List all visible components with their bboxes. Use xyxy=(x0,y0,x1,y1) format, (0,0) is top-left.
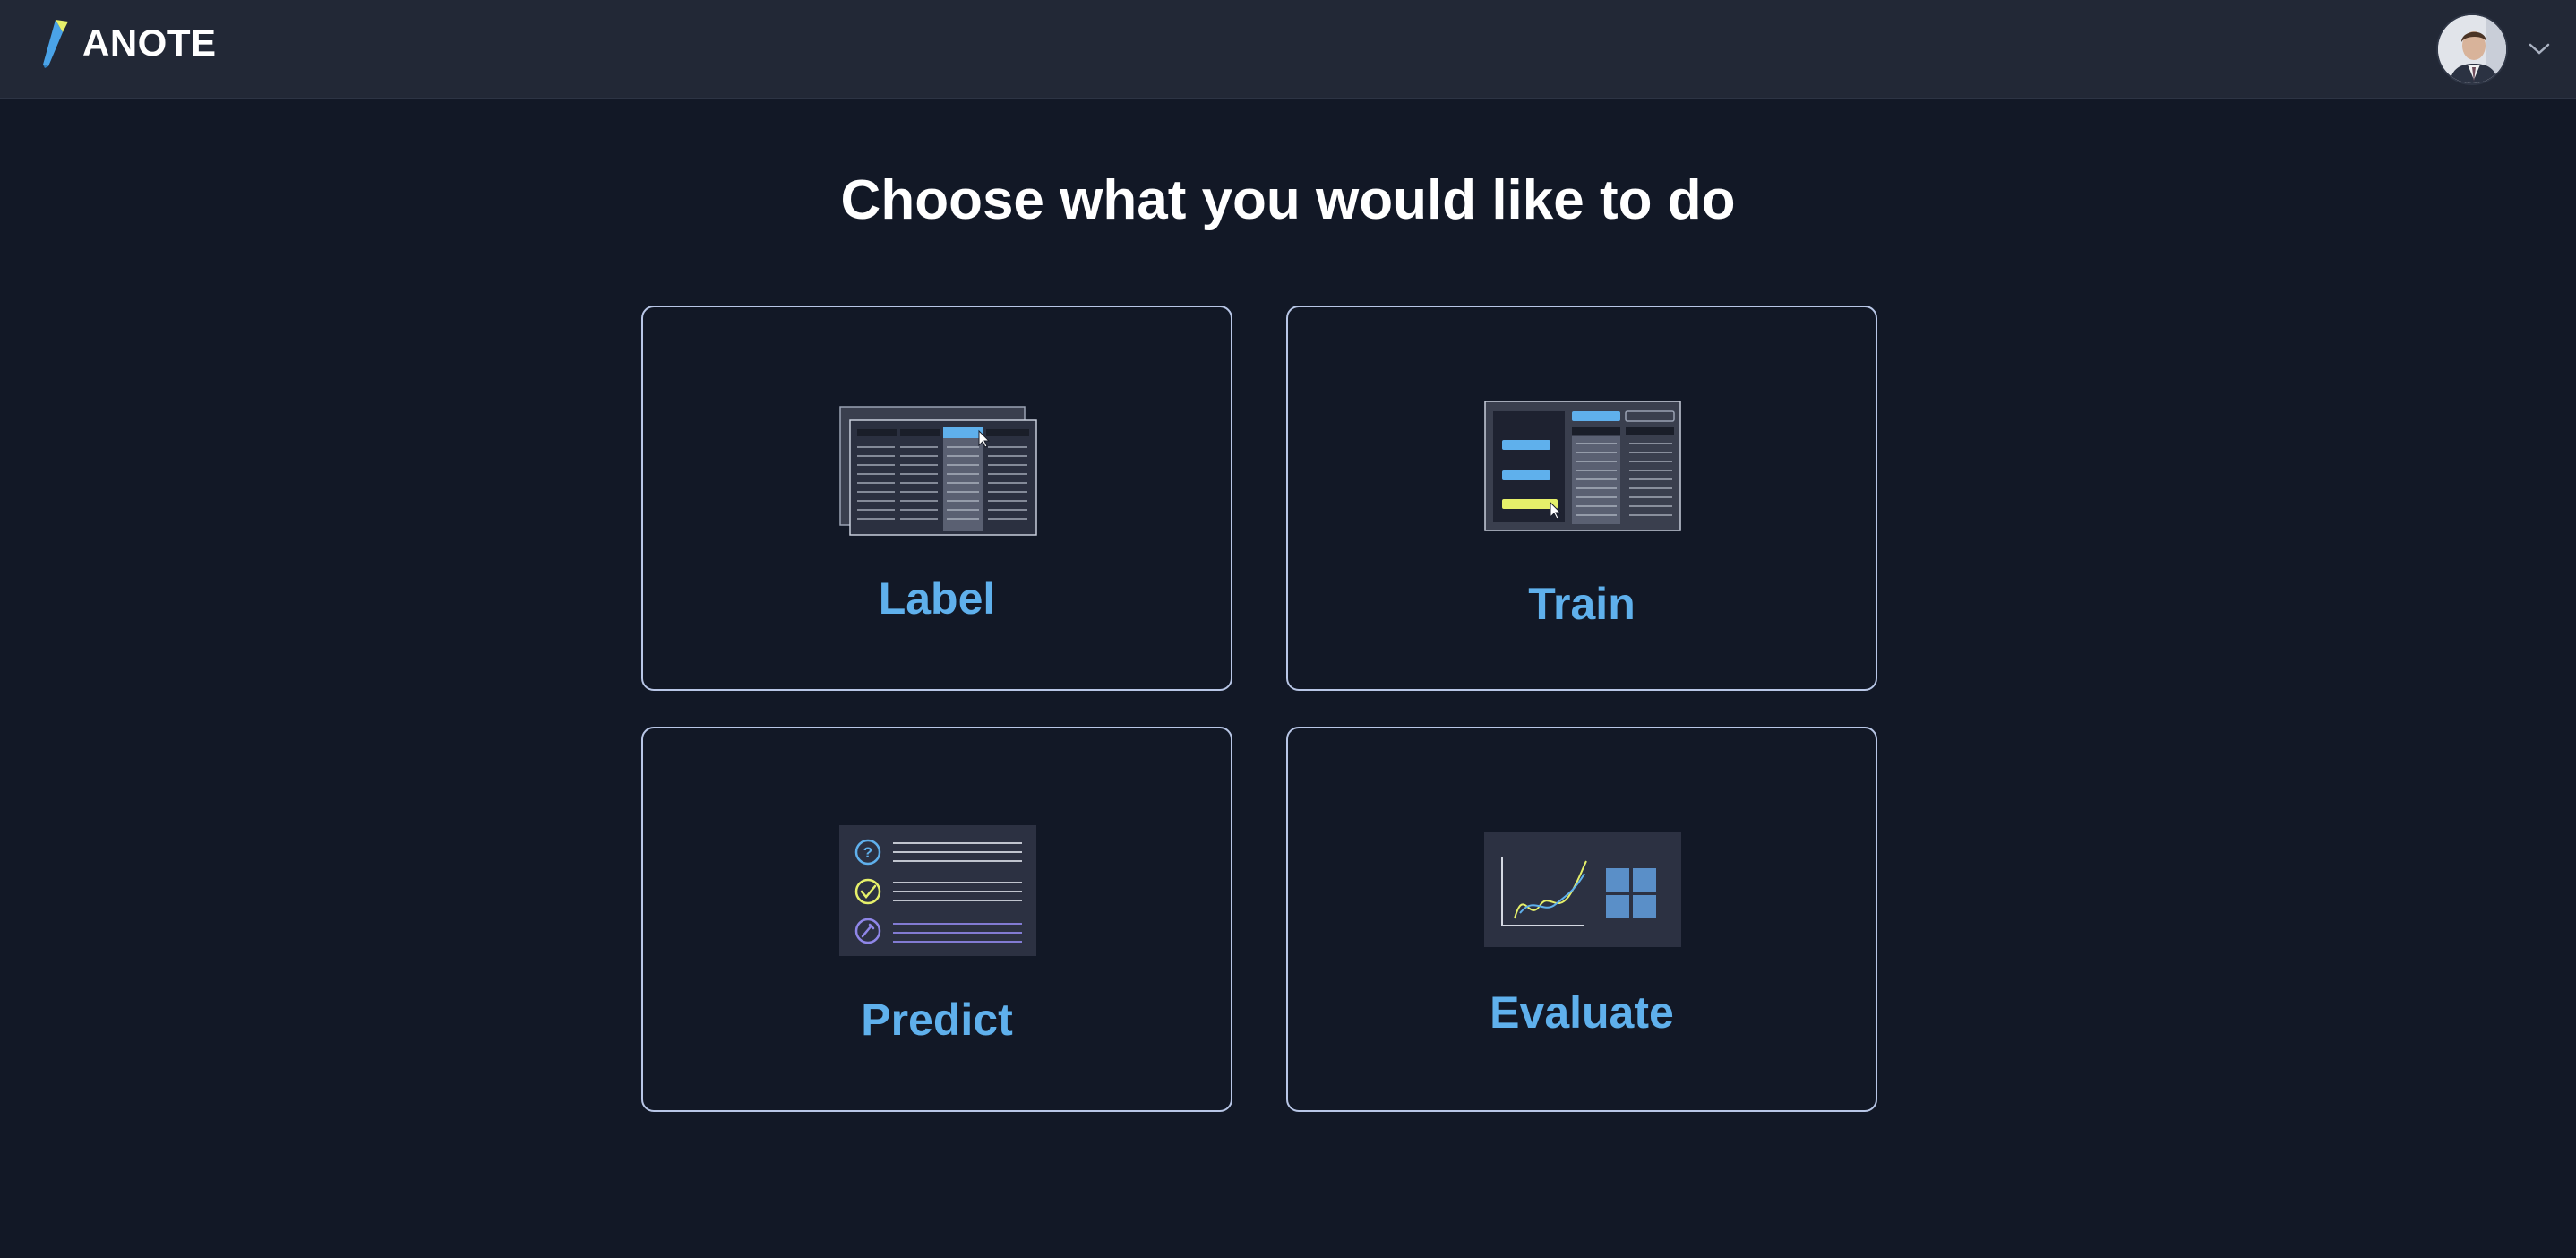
top-bar: ANOTE xyxy=(0,0,2576,99)
predict-card[interactable]: ? Predict xyxy=(641,727,1232,1112)
person-portrait-icon xyxy=(2438,15,2506,83)
brand-name: ANOTE xyxy=(82,22,217,64)
predict-list-icon: ? xyxy=(839,825,1036,956)
predict-card-title: Predict xyxy=(861,995,1013,1045)
svg-text:?: ? xyxy=(863,844,872,861)
train-card-title: Train xyxy=(1528,579,1636,629)
train-table-icon xyxy=(1484,401,1681,531)
user-avatar[interactable] xyxy=(2436,13,2508,85)
evaluate-card[interactable]: Evaluate xyxy=(1286,727,1877,1112)
brand-logo[interactable]: ANOTE xyxy=(36,18,217,68)
evaluate-chart-icon xyxy=(1484,832,1681,947)
page-title: Choose what you would like to do xyxy=(840,169,1736,231)
label-card[interactable]: Label xyxy=(641,306,1232,691)
train-card[interactable]: Train xyxy=(1286,306,1877,691)
label-card-title: Label xyxy=(878,573,996,624)
quill-logo-icon xyxy=(43,20,68,68)
spreadsheet-label-icon xyxy=(839,406,1037,536)
evaluate-card-title: Evaluate xyxy=(1490,987,1674,1038)
chevron-down-icon[interactable] xyxy=(2528,42,2551,56)
user-menu[interactable] xyxy=(2436,9,2551,90)
